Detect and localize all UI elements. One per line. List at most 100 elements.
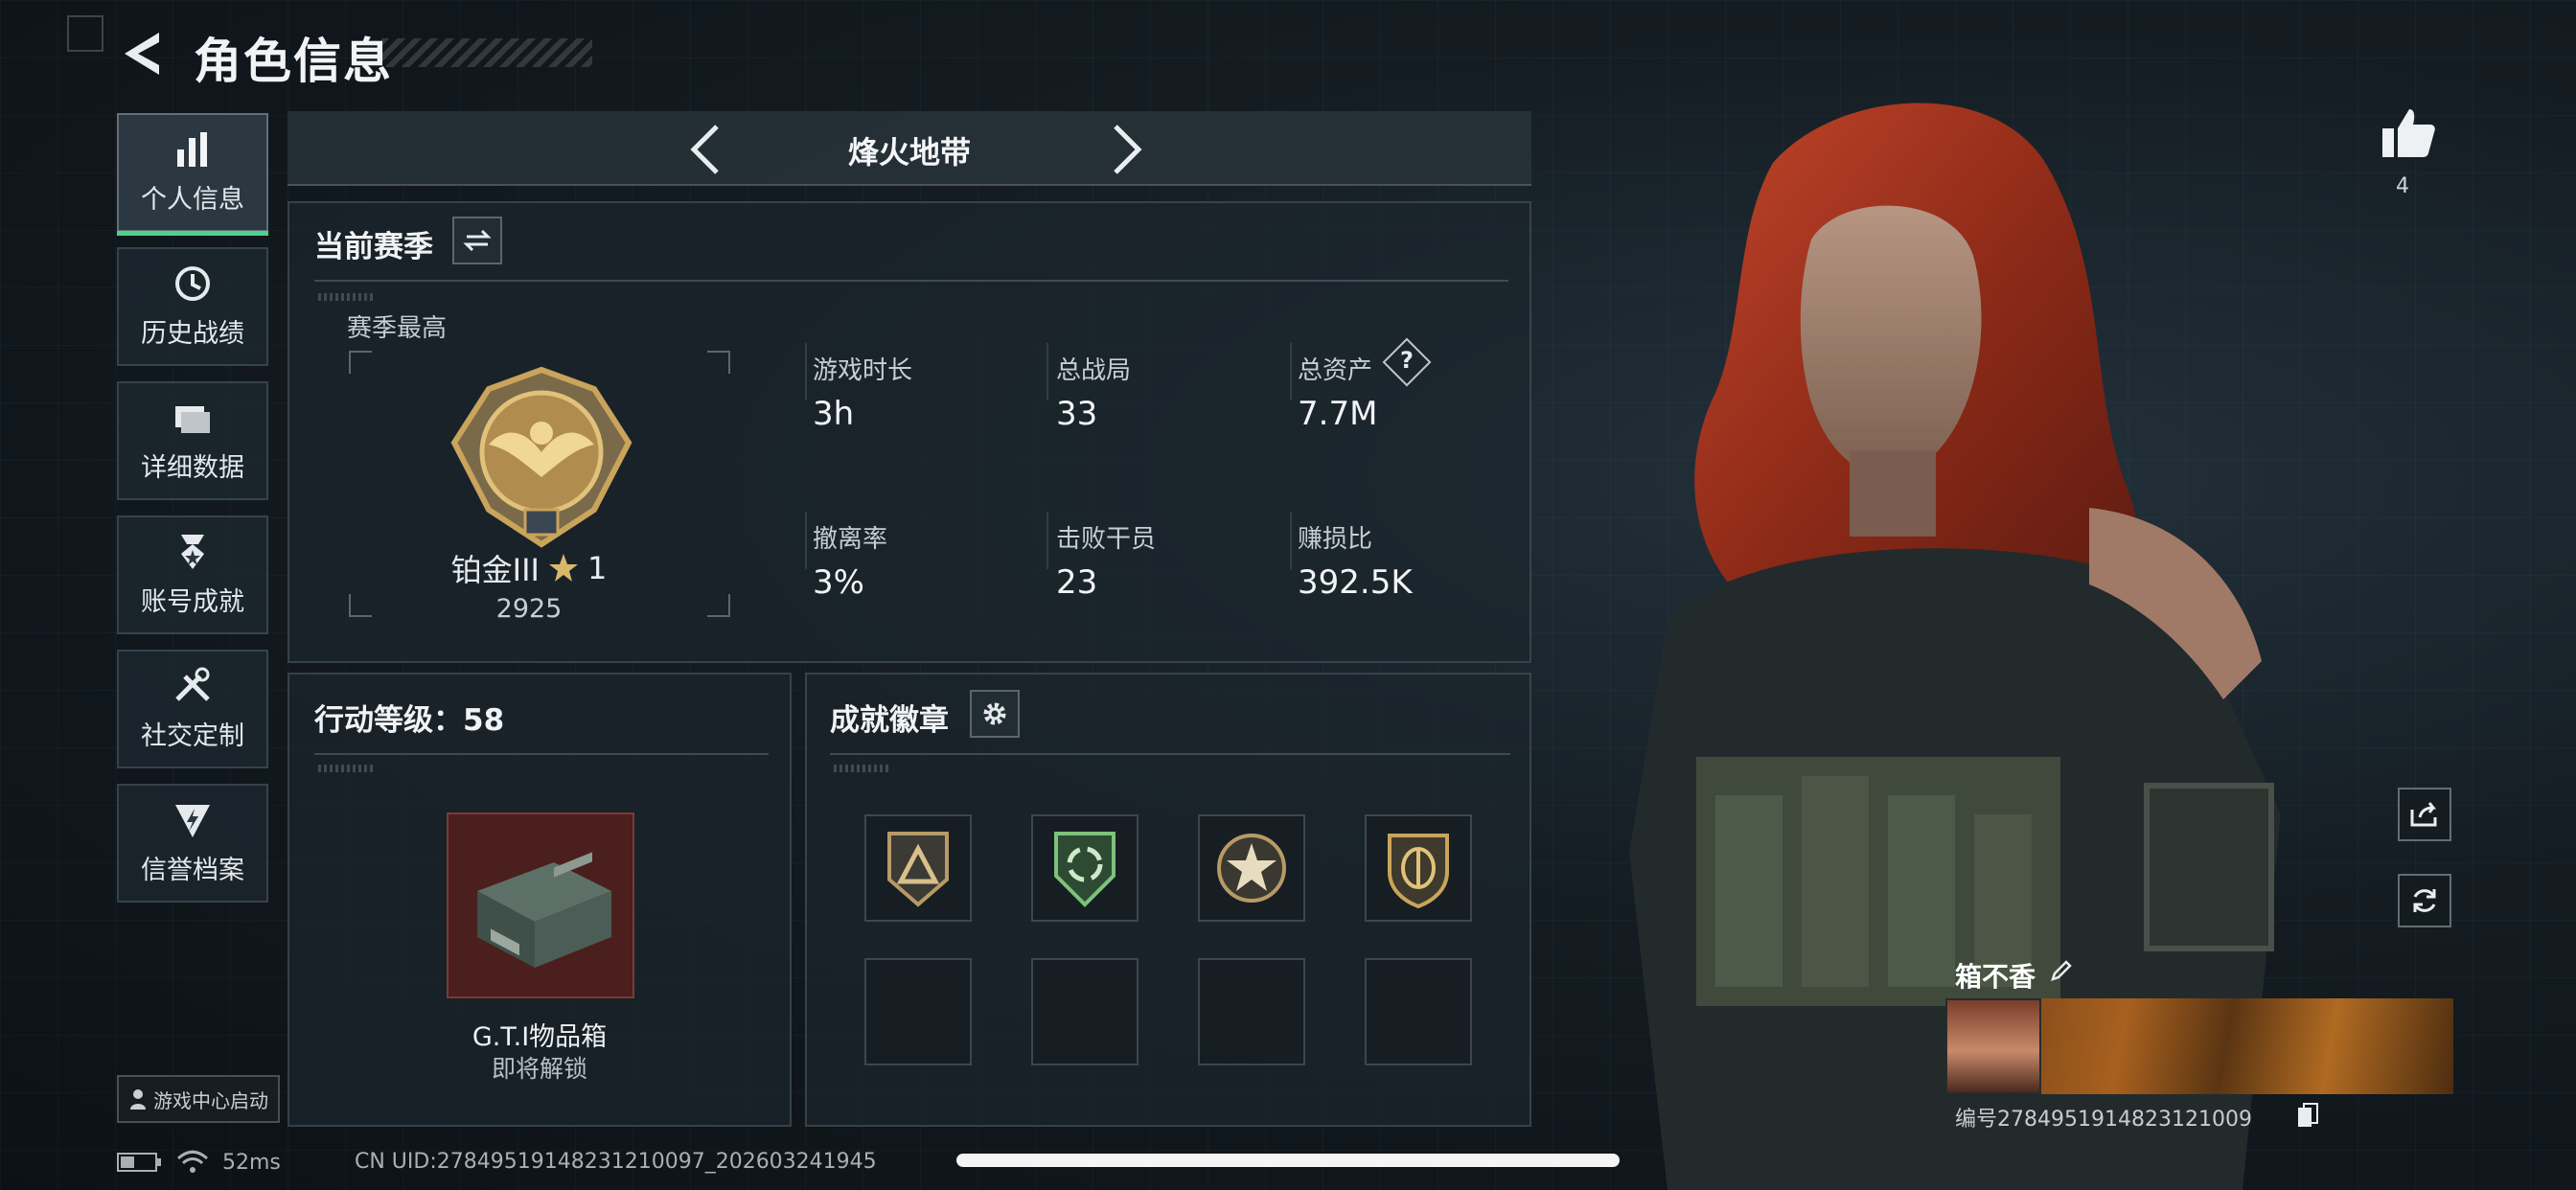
frame-corner — [349, 351, 372, 374]
season-divider — [314, 280, 1508, 282]
stat-label: 游戏时长 — [813, 356, 913, 385]
rank-points: 2925 — [495, 594, 563, 624]
badge-slot-empty[interactable] — [1365, 958, 1472, 1065]
reward-item-status: 即将解锁 — [491, 1055, 587, 1083]
launch-label: 游戏中心启动 — [153, 1088, 268, 1112]
nav-label: 详细数据 — [141, 452, 244, 483]
nav-label: 社交定制 — [141, 721, 244, 751]
stat-label: 总资产 — [1298, 356, 1373, 385]
stat-value: 3% — [813, 563, 864, 602]
home-indicator[interactable] — [956, 1154, 1620, 1167]
refresh-button[interactable] — [2398, 874, 2451, 927]
star-badge-icon — [1217, 834, 1286, 903]
wifi-icon — [176, 1150, 209, 1173]
shield-badge-icon — [1388, 834, 1449, 908]
game-center-launch-badge: 游戏中心启动 — [117, 1075, 280, 1123]
action-divider — [314, 753, 769, 755]
player-id-text: 编号2784951914823121009 — [1955, 1108, 2252, 1132]
stat-separator — [805, 512, 807, 569]
nav-history[interactable]: 历史战绩 — [117, 247, 268, 366]
title-decoration — [381, 38, 592, 67]
tools-icon — [175, 667, 210, 701]
nav-achievements[interactable]: 账号成就 — [117, 515, 268, 634]
ping-text: 52ms — [222, 1150, 281, 1175]
nav-label: 账号成就 — [141, 586, 244, 617]
swap-icon — [463, 229, 492, 252]
star-icon — [548, 554, 578, 582]
gear-icon — [983, 702, 1006, 725]
switch-season-button[interactable] — [452, 217, 502, 264]
help-icon: ? — [1400, 347, 1414, 374]
badge-settings-button[interactable] — [970, 690, 1020, 738]
stat-label: 总战局 — [1056, 356, 1132, 385]
edit-pencil-icon[interactable] — [2049, 958, 2074, 983]
stat-separator — [1290, 512, 1292, 569]
status-bar: 52ms — [117, 1150, 281, 1175]
avatar[interactable] — [1945, 998, 2041, 1094]
badge-slot-triangle[interactable] — [864, 814, 972, 922]
uid-text: CN UID:2784951914823121009​7_20260324194… — [355, 1150, 877, 1174]
folder-icon — [175, 405, 210, 433]
shield-bolt-icon — [175, 804, 210, 837]
like-count: 4 — [2396, 174, 2409, 198]
player-name-text: 箱不香 — [1955, 961, 2036, 993]
nav-label: 个人信息 — [141, 184, 244, 215]
battery-icon — [117, 1153, 161, 1172]
badge-slot-empty[interactable] — [1031, 958, 1138, 1065]
nav-detailed-data[interactable]: 详细数据 — [117, 381, 268, 500]
mode-selector: 烽火地带 — [288, 111, 1531, 186]
stat-value: 23 — [1056, 563, 1098, 602]
badge-slot-shield[interactable] — [1365, 814, 1472, 922]
next-mode-arrow-icon[interactable] — [1094, 121, 1152, 178]
copy-icon[interactable] — [2296, 1102, 2319, 1129]
badge-slot-green[interactable] — [1031, 814, 1138, 922]
player-id: 编号2784951914823121009 — [1955, 1102, 2252, 1133]
frame-corner — [707, 351, 730, 374]
history-clock-icon — [175, 265, 210, 301]
stat-value: 3h — [813, 395, 855, 433]
badge-slot-star[interactable] — [1198, 814, 1305, 922]
stat-value: 7.7M — [1298, 395, 1378, 433]
reward-item-box[interactable] — [447, 812, 634, 998]
stat-separator — [805, 343, 807, 400]
stat-value: 392.5K — [1298, 563, 1413, 602]
triangle-badge-icon — [887, 832, 949, 907]
stat-separator — [1046, 343, 1048, 400]
crate-icon — [477, 852, 611, 968]
badge-slot-empty[interactable] — [864, 958, 972, 1065]
thumbs-up-icon[interactable] — [2380, 105, 2436, 161]
rank-name: 铂金III — [450, 552, 540, 588]
badge-slot-empty[interactable] — [1198, 958, 1305, 1065]
rank-medal-icon — [450, 366, 632, 548]
stat-label: 击败干员 — [1056, 525, 1157, 554]
stat-label: 赚损比 — [1298, 525, 1373, 554]
refresh-icon — [2413, 889, 2436, 912]
decoration — [834, 765, 891, 772]
stat-label: 撤离率 — [813, 525, 888, 554]
rank-row: 铂金III 1 — [289, 546, 769, 590]
nav-personal-info[interactable]: 个人信息 — [117, 113, 268, 236]
badges-divider — [830, 753, 1510, 755]
action-level-title: 行动等级：58 — [314, 703, 505, 738]
bar-chart-icon — [177, 131, 207, 167]
season-panel: 当前赛季 赛季最高 铂金III 1 2925 游戏时长 3h 总战局 33 总资… — [288, 201, 1531, 663]
share-icon — [2410, 802, 2437, 827]
player-name: 箱不香 — [1955, 956, 2036, 995]
corner-decoration — [67, 15, 104, 52]
nav-credit[interactable]: 信誉档案 — [117, 784, 268, 903]
green-arrows-badge-icon — [1054, 832, 1116, 907]
nav-label: 历史战绩 — [141, 318, 244, 349]
page-title: 角色信息 — [194, 34, 393, 89]
nav-social[interactable]: 社交定制 — [117, 650, 268, 768]
back-arrow-icon[interactable] — [117, 27, 167, 80]
nav-label: 信誉档案 — [141, 855, 244, 885]
season-title: 当前赛季 — [314, 230, 433, 264]
season-best-label: 赛季最高 — [347, 314, 448, 343]
share-button[interactable] — [2398, 788, 2451, 841]
achievement-medal-icon — [181, 534, 204, 569]
stat-separator — [1290, 343, 1292, 400]
stat-separator — [1046, 512, 1048, 569]
decoration — [318, 293, 376, 301]
badges-title: 成就徽章 — [830, 703, 949, 738]
reward-item-name: G.T.I物品箱 — [472, 1022, 608, 1052]
